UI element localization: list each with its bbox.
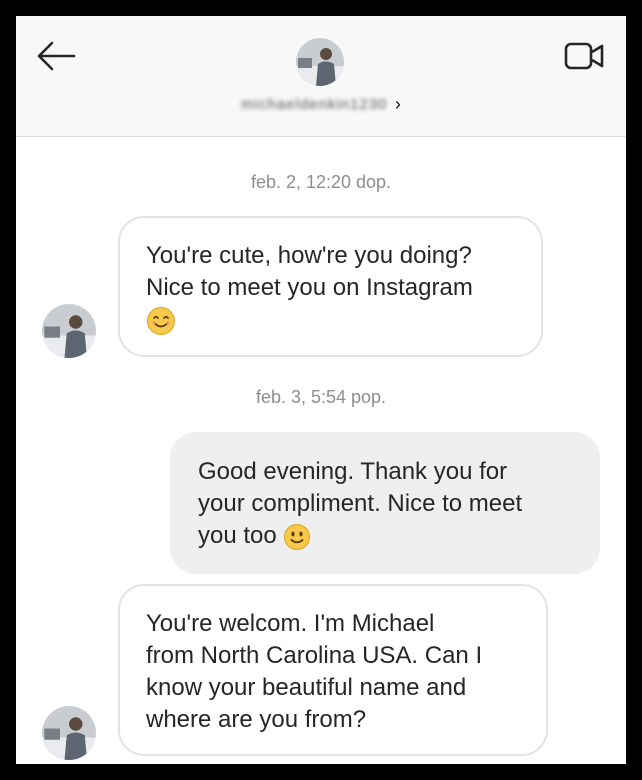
message-line: from North Carolina USA. Can I bbox=[146, 642, 483, 669]
dm-thread-screen: michaeldenkin1230 › feb. 2, 12:20 dop. Y… bbox=[16, 16, 626, 764]
message-line: Good evening. Thank you for bbox=[198, 458, 508, 485]
message-line: your compliment. Nice to meet bbox=[198, 490, 523, 517]
message-bubble-incoming[interactable]: You're cute, how're you doing? Nice to m… bbox=[118, 216, 543, 357]
message-line: You're welcom. I'm Michael bbox=[146, 610, 435, 637]
timestamp: feb. 3, 5:54 pop. bbox=[255, 387, 387, 407]
message-bubble-incoming[interactable]: You're welcom. I'm Michael from North Ca… bbox=[118, 584, 548, 756]
chevron-right-icon[interactable]: › bbox=[395, 94, 401, 115]
message-line: You're cute, how're you doing? bbox=[146, 242, 472, 269]
message-line: you too bbox=[198, 522, 277, 549]
profile-photo bbox=[296, 38, 344, 86]
timestamp: feb. 2, 12:20 dop. bbox=[250, 172, 392, 192]
message-line: Nice to meet you on Instagram bbox=[146, 274, 473, 301]
sender-avatar[interactable] bbox=[42, 304, 96, 358]
message-line: know your beautiful name and bbox=[146, 674, 467, 701]
profile-photo bbox=[42, 304, 96, 358]
arrow-left-icon[interactable] bbox=[34, 38, 78, 74]
video-camera-icon[interactable] bbox=[562, 38, 606, 74]
thread-header: michaeldenkin1230 › bbox=[16, 16, 626, 137]
sender-avatar[interactable] bbox=[42, 706, 96, 760]
slightly-smiling-face-icon bbox=[284, 523, 311, 550]
username-label[interactable]: michaeldenkin1230 bbox=[241, 96, 387, 113]
smiling-face-icon bbox=[147, 306, 175, 335]
message-bubble-outgoing[interactable]: Good evening. Thank you for your complim… bbox=[170, 432, 600, 574]
message-line: where are you from? bbox=[146, 706, 367, 733]
username-row[interactable]: michaeldenkin1230 › bbox=[16, 94, 626, 115]
profile-photo bbox=[42, 706, 96, 760]
header-avatar[interactable] bbox=[296, 38, 344, 86]
